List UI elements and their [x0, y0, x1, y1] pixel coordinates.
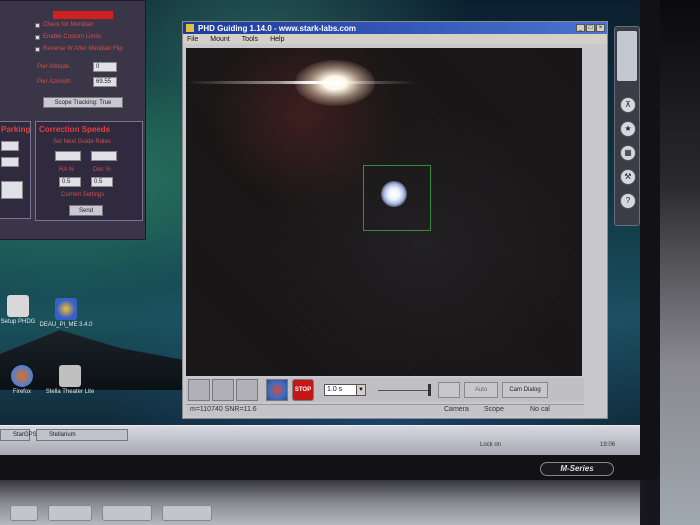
exposure-value: 1.0 s [327, 386, 343, 393]
status-scope: Scope [484, 406, 504, 413]
desktop-icon-label: Firefox [12, 389, 32, 395]
stella-icon [59, 365, 81, 387]
checkbox-label: Reverse W After Meridian Flip [43, 46, 123, 52]
panel-red-bar [53, 11, 113, 19]
dec-label: Dec % [93, 167, 111, 173]
parking-field[interactable] [1, 181, 23, 199]
desktop-icon-label: Setup PHDG [0, 319, 36, 325]
close-icon[interactable]: × [596, 24, 605, 32]
stop-button[interactable]: STOP [292, 379, 314, 401]
laptop-bezel: Check for Meridian Enable Custom Limits … [0, 0, 660, 480]
setup-icon [7, 295, 29, 317]
phd-toolbar: STOP 1.0 s ▼ Auto Cam Dialog [186, 378, 584, 402]
desktop-icon-stella[interactable]: Stella Theater Lite [42, 365, 98, 395]
checkbox-label: Enable Custom Limits [43, 34, 102, 40]
taskbar-item[interactable]: StarGPS [0, 429, 37, 441]
gamma-slider-thumb[interactable] [428, 384, 431, 396]
photo-scene: Check for Meridian Enable Custom Limits … [0, 0, 700, 525]
guide-rate-field[interactable] [55, 151, 81, 161]
gadget-sidebar: ⊼ ★ ▦ ⚒ ? [614, 26, 640, 226]
tray-status: Lock on [480, 442, 502, 448]
custom-limits-checkbox[interactable] [35, 35, 40, 40]
window-titlebar[interactable]: PHD Guiding 1.14.0 - www.stark-labs.com … [183, 22, 607, 34]
desktop-icon-label: Stella Theater Lite [45, 389, 95, 395]
meridian-checkbox[interactable] [35, 23, 40, 28]
ra-label: RA % [59, 167, 75, 173]
desktop-icon-deau[interactable]: DEAU_PI_ME 3.4.0 [38, 298, 94, 328]
dec-field[interactable]: 0.5 [91, 177, 113, 187]
pier-altitude-field[interactable]: 0 [93, 62, 117, 72]
guide-rate-field[interactable] [91, 151, 117, 161]
reverse-checkbox[interactable] [35, 47, 40, 52]
window-title: PHD Guiding 1.14.0 - www.stark-labs.com [198, 23, 356, 33]
taskbar-item[interactable]: Stellarium [36, 429, 128, 441]
model-badge: M-Series [540, 462, 614, 476]
gadget-panel [617, 31, 637, 81]
menu-help[interactable]: Help [270, 36, 284, 43]
calibrate-button[interactable] [236, 379, 258, 401]
star-selection-box [363, 165, 431, 231]
status-bar: m=110740 SNR=11.6 Camera Scope No cal [186, 404, 584, 416]
maximize-icon[interactable]: □ [586, 24, 595, 32]
pier-azimuth-label: Pier Azimuth [37, 79, 71, 85]
window-controls: _ □ × [576, 24, 607, 32]
menu-bar: File Mount Tools Help [183, 34, 607, 44]
keyboard-key [102, 505, 152, 521]
laptop-screen: Check for Meridian Enable Custom Limits … [0, 0, 640, 455]
camera-viewport[interactable] [186, 48, 582, 376]
exposure-select[interactable]: 1.0 s ▼ [324, 384, 366, 396]
loop-button[interactable] [266, 379, 288, 401]
parking-field[interactable] [1, 141, 19, 151]
menu-tools[interactable]: Tools [242, 36, 258, 43]
auto-button[interactable] [438, 382, 460, 398]
connect-scope-button[interactable] [212, 379, 234, 401]
auto-label-button[interactable]: Auto [464, 382, 498, 398]
wrench-icon[interactable]: ⚒ [620, 169, 636, 185]
chevron-down-icon: ▼ [356, 385, 365, 395]
send-button[interactable]: Send [69, 205, 103, 216]
keyboard-key [10, 505, 38, 521]
app-icon [186, 24, 194, 32]
taskbar: StarGPS Stellarium Lock on 19:06 [0, 425, 640, 455]
background-surface [660, 0, 700, 525]
status-star-info: m=110740 SNR=11.6 [190, 406, 257, 413]
pier-altitude-label: Pier Altitude [37, 64, 70, 70]
pier-azimuth-field[interactable]: 69.55 [93, 77, 117, 87]
firefox-icon [11, 365, 33, 387]
status-camera: Camera [444, 406, 469, 413]
minimize-icon[interactable]: _ [576, 24, 585, 32]
correction-subtitle: Set Next Guide Rates [53, 139, 112, 145]
gamma-slider-track[interactable] [378, 390, 428, 391]
parking-box [0, 121, 31, 219]
scope-tracking-button[interactable]: Scope Tracking: True [43, 97, 123, 108]
current-settings-label: Current Settings [61, 192, 105, 198]
parking-title: Parking [1, 125, 31, 134]
glare-streak [186, 81, 416, 84]
desktop-icon-label: DEAU_PI_ME 3.4.0 [39, 322, 93, 328]
status-calibration: No cal [530, 406, 550, 413]
checkbox-label: Check for Meridian [43, 22, 94, 28]
keyboard-key [48, 505, 92, 521]
star-icon[interactable]: ★ [620, 121, 636, 137]
parking-field[interactable] [1, 157, 19, 167]
grid-icon[interactable]: ▦ [620, 145, 636, 161]
keyboard-key [162, 505, 212, 521]
correction-title: Correction Speeds [39, 125, 111, 134]
tray-clock: 19:06 [600, 442, 616, 448]
ra-field[interactable]: 0.5 [59, 177, 81, 187]
telescope-control-panel: Check for Meridian Enable Custom Limits … [0, 0, 146, 240]
connect-camera-button[interactable] [188, 379, 210, 401]
help-icon[interactable]: ? [620, 193, 636, 209]
menu-file[interactable]: File [187, 36, 198, 43]
deau-icon [55, 298, 77, 320]
bookmark-icon[interactable]: ⊼ [620, 97, 636, 113]
menu-mount[interactable]: Mount [210, 36, 229, 43]
cam-dialog-button[interactable]: Cam Dialog [502, 382, 548, 398]
